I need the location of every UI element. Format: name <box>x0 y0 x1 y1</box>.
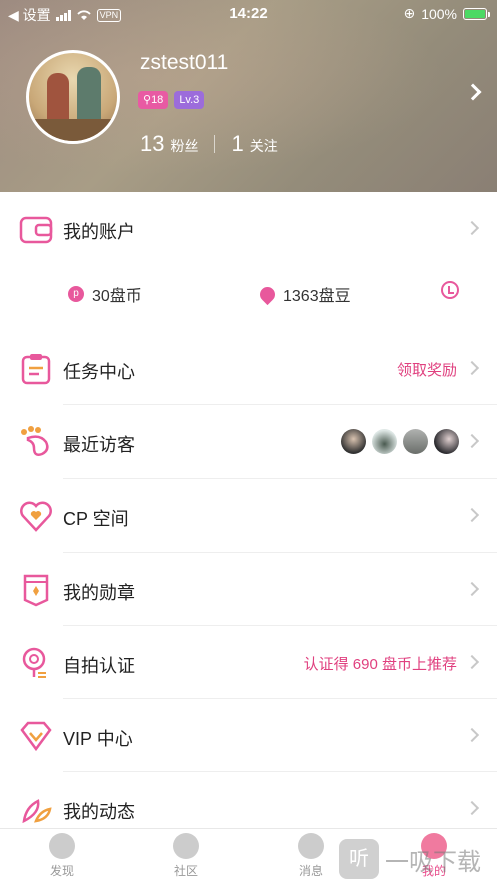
level-badge: ⚲18 <box>138 91 169 109</box>
cp-space-title: CP 空间 <box>63 509 129 529</box>
battery-icon <box>463 7 490 20</box>
visitor-avatar[interactable] <box>434 429 459 454</box>
claim-reward-link[interactable]: 领取奖励 <box>397 359 457 380</box>
chevron-right-icon <box>464 727 480 743</box>
task-center-title: 任务中心 <box>63 362 135 382</box>
my-account-row[interactable]: 我的账户 <box>0 192 497 265</box>
exchange-icon[interactable] <box>441 281 459 299</box>
tab-community[interactable]: 社区 <box>156 833 216 879</box>
visitor-avatar[interactable] <box>372 429 397 454</box>
fans-label[interactable]: 粉丝 <box>170 136 198 156</box>
status-bar: ◀ 设置 VPN 14:22 ⊕ 100% <box>0 0 497 26</box>
medal-icon <box>23 574 49 607</box>
chevron-right-icon <box>464 433 480 449</box>
cp-space-row[interactable]: CP 空间 <box>0 479 497 552</box>
recent-visitors-title: 最近访客 <box>63 435 135 455</box>
verify-promo-text[interactable]: 认证得 690 盘币上推荐 <box>304 653 457 674</box>
key-icon: ⚲ <box>143 94 152 106</box>
heart-icon <box>20 501 52 532</box>
battery-percent: 100% <box>421 5 457 22</box>
my-account-title: 我的账户 <box>63 222 135 242</box>
recent-visitors-row[interactable]: 最近访客 <box>0 405 497 478</box>
tab-messages[interactable]: 消息 <box>281 833 341 879</box>
coin-balance[interactable]: p 30盘币 <box>68 282 142 306</box>
visitor-avatar[interactable] <box>403 429 428 454</box>
selfie-icon <box>22 647 46 678</box>
leaf-icon <box>22 799 52 824</box>
chevron-right-icon <box>464 360 480 376</box>
vip-center-title: VIP 中心 <box>63 729 133 749</box>
selfie-verify-row[interactable]: 自拍认证 认证得 690 盘币上推荐 <box>0 626 497 699</box>
chevron-right-icon <box>464 654 480 670</box>
diamond-icon <box>20 721 52 752</box>
coin-icon: p <box>68 286 84 302</box>
watermark-logo: 听 <box>339 839 379 879</box>
chat-bubble-icon <box>173 833 199 859</box>
follow-label[interactable]: 关注 <box>250 136 278 156</box>
lock-rotation-icon: ⊕ <box>403 5 416 21</box>
message-icon <box>298 833 324 859</box>
avatar[interactable] <box>26 50 120 144</box>
bean-icon <box>256 283 279 305</box>
lv-badge: Lv.3 <box>174 91 205 109</box>
follow-count[interactable]: 1 <box>231 131 243 157</box>
wallet-icon <box>19 216 53 244</box>
selfie-verify-title: 自拍认证 <box>63 656 135 676</box>
chevron-right-icon <box>464 220 480 236</box>
chevron-right-icon <box>464 581 480 597</box>
compass-icon <box>49 833 75 859</box>
my-medals-row[interactable]: 我的勋章 <box>0 553 497 626</box>
chevron-right-icon <box>464 800 480 816</box>
balance-row: p 30盘币 1363盘豆 <box>0 262 497 318</box>
clipboard-icon <box>21 354 51 385</box>
footprint-icon <box>21 426 49 456</box>
fans-count[interactable]: 13 <box>140 131 164 157</box>
chevron-right-icon <box>464 507 480 523</box>
tab-discover[interactable]: 发现 <box>32 833 92 879</box>
bean-balance[interactable]: 1363盘豆 <box>256 282 351 306</box>
task-center-row[interactable]: 任务中心 领取奖励 <box>0 332 497 405</box>
username: zstest011 <box>140 51 229 74</box>
watermark: 听 一吸下载 <box>339 836 489 882</box>
vip-center-row[interactable]: VIP 中心 <box>0 699 497 772</box>
visitor-avatar[interactable] <box>341 429 366 454</box>
my-posts-title: 我的动态 <box>63 802 135 822</box>
my-medals-title: 我的勋章 <box>63 583 135 603</box>
